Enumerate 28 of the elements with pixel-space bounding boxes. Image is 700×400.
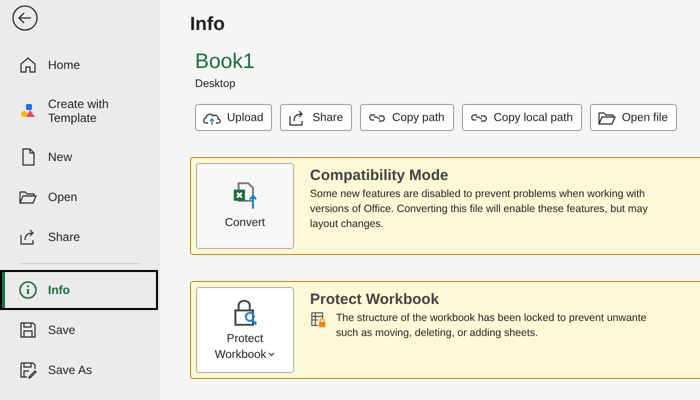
sidebar-item[interactable]: New (0, 137, 158, 177)
file-location: Desktop (195, 78, 236, 90)
page-title: Info (190, 14, 226, 36)
back-icon[interactable] (12, 5, 38, 31)
sidebar-item[interactable]: Save (0, 310, 158, 350)
card-title: Compatibility Mode (310, 167, 450, 184)
locked-sheet-icon (310, 311, 328, 329)
card-button[interactable]: Protect Workbook (196, 287, 294, 373)
action-button[interactable]: Share (280, 104, 352, 131)
card-title: Protect Workbook (310, 291, 440, 308)
floppy-pencil-icon (18, 360, 38, 380)
action-button[interactable]: Copy path (360, 104, 454, 131)
action-button[interactable]: Open file (590, 104, 677, 131)
sidebar-item[interactable]: Share (0, 217, 158, 257)
sidebar-item[interactable]: Home (0, 45, 158, 85)
caret-icon (268, 352, 276, 358)
sidebar-item[interactable]: Open (0, 177, 158, 217)
file-name: Book1 (195, 50, 256, 74)
info-icon (18, 280, 38, 300)
action-button[interactable]: Upload (195, 104, 272, 131)
sidebar-item[interactable]: Save As (0, 350, 158, 390)
card-description: Some new features are disabled to prevent problems when working with versions of Office. Converting this file will enable these features, but may layout changes. (310, 187, 648, 232)
home-icon (18, 55, 38, 75)
card-description: The structure of the workbook has been locked to prevent unwante such as moving, deleting, or adding sheets. (336, 311, 647, 342)
card-button[interactable]: Convert (196, 163, 294, 249)
action-button[interactable]: Copy local path (462, 104, 582, 131)
sidebar-item[interactable]: Create with Template (0, 85, 158, 137)
sidebar-item[interactable]: Info (0, 270, 158, 310)
